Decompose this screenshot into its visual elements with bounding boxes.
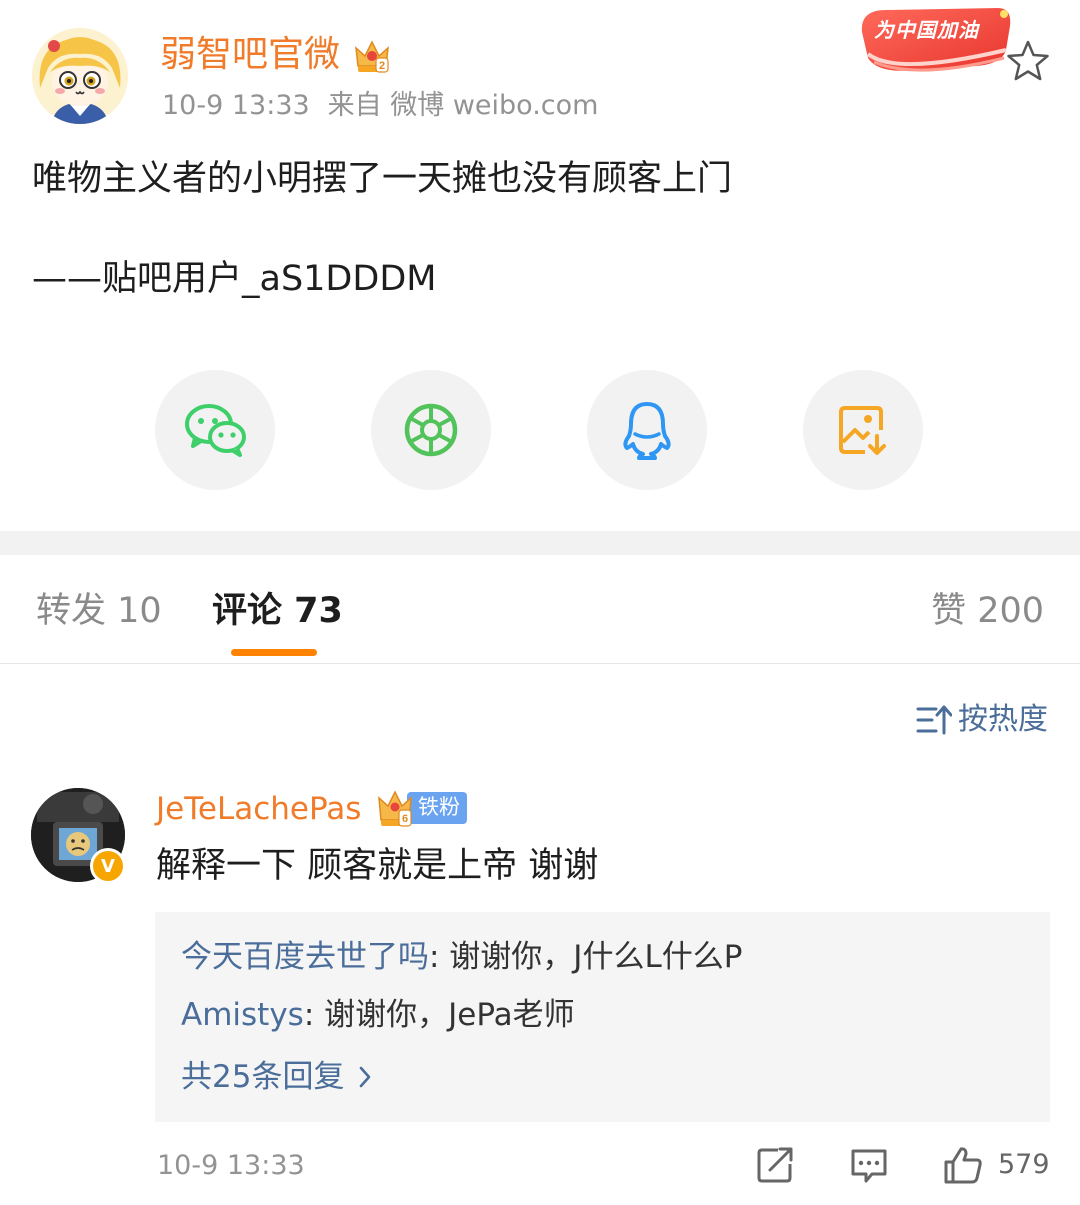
reply-item[interactable]: 今天百度去世了吗: 谢谢你，J什么L什么P — [181, 936, 742, 978]
reply-user[interactable]: Amistys — [181, 997, 304, 1033]
save-image-button[interactable] — [803, 370, 923, 490]
post-text-line-1: 唯物主义者的小明摆了一天摊也没有顾客上门 — [32, 159, 733, 199]
tab-like[interactable]: 赞 200 — [931, 588, 1044, 634]
comment-time: 10-9 13:33 — [157, 1150, 305, 1181]
section-divider — [0, 531, 1080, 555]
reply-item[interactable]: Amistys: 谢谢你，JePa老师 — [181, 994, 575, 1036]
share-moments-button[interactable] — [371, 370, 491, 490]
author-avatar[interactable] — [32, 28, 128, 124]
tab-repost[interactable]: 转发 10 — [36, 588, 162, 634]
sort-label: 按热度 — [958, 702, 1048, 737]
sort-icon — [916, 705, 952, 735]
sort-button[interactable]: 按热度 — [916, 700, 1048, 740]
active-tab-indicator — [231, 649, 317, 656]
repost-icon[interactable] — [754, 1144, 796, 1186]
reply-text: : 谢谢你，J什么L什么P — [429, 939, 743, 975]
share-wechat-button[interactable] — [155, 370, 275, 490]
like-icon[interactable] — [942, 1144, 984, 1186]
svg-text:6: 6 — [402, 813, 408, 825]
chevron-right-icon — [360, 1066, 371, 1088]
tab-comment[interactable]: 评论 73 — [212, 588, 343, 634]
post-text-line-2: ——贴吧用户_aS1DDDM — [32, 259, 437, 299]
svg-text:2: 2 — [379, 60, 385, 72]
comment-text: 解释一下 顾客就是上帝 谢谢 — [156, 846, 599, 886]
reply-user[interactable]: 今天百度去世了吗 — [181, 939, 429, 975]
like-count: 579 — [998, 1149, 1050, 1180]
comment-icon[interactable] — [848, 1144, 890, 1186]
favorite-star-icon[interactable] — [1004, 38, 1052, 84]
post-meta: 10-9 13:33 来自 微博 weibo.com — [162, 88, 598, 124]
post-source: 来自 微博 weibo.com — [327, 90, 599, 121]
more-replies-label: 共25条回复 — [181, 1059, 345, 1095]
author-name[interactable]: 弱智吧官微 — [160, 32, 340, 78]
save-image-icon — [839, 406, 886, 455]
tabs-divider — [0, 663, 1080, 664]
verified-badge: V — [90, 848, 126, 884]
reply-text: : 谢谢你，JePa老师 — [303, 997, 575, 1033]
qq-icon — [623, 402, 671, 460]
share-qq-button[interactable] — [587, 370, 707, 490]
more-replies-link[interactable]: 共25条回复 — [181, 1056, 372, 1098]
moments-icon — [404, 403, 458, 457]
commenter-name[interactable]: JeTeLachePas — [156, 788, 361, 830]
fan-badge-label: 铁粉 — [418, 795, 460, 819]
crown-icon: 2 — [355, 40, 389, 73]
promo-badge-label: 为中国加油 — [874, 18, 979, 42]
wechat-icon — [185, 404, 246, 457]
post-time: 10-9 13:33 — [162, 90, 310, 121]
avatar-illustration — [32, 28, 128, 124]
